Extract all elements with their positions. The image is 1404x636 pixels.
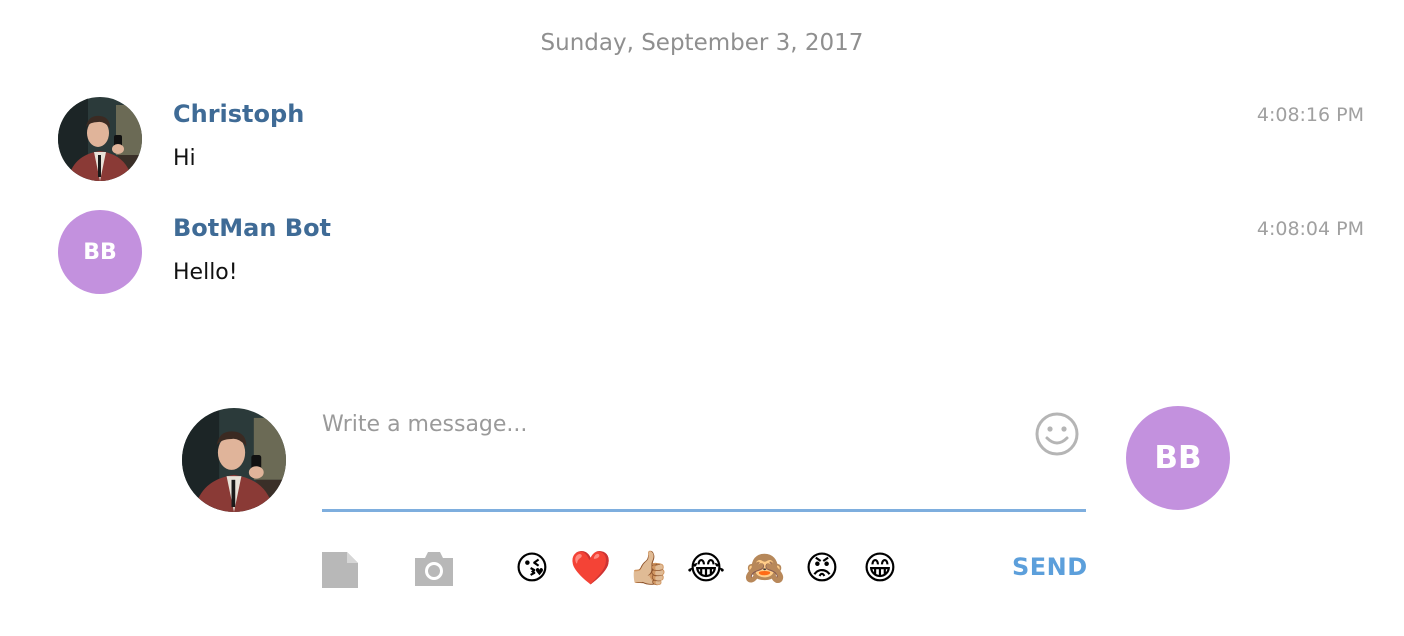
bot-avatar-initials: BB bbox=[83, 239, 117, 265]
message-author: BotMan Bot bbox=[173, 214, 332, 242]
bot-avatar: BB bbox=[58, 210, 142, 294]
message-input-underline bbox=[322, 509, 1086, 512]
bot-avatar-initials: BB bbox=[1154, 440, 1202, 476]
message-timestamp: 4:08:04 PM bbox=[1256, 218, 1364, 240]
emoji-see-no-evil[interactable]: 🙈 bbox=[744, 548, 785, 588]
message-text: Hello! bbox=[173, 260, 238, 285]
chat-page: Sunday, September 3, 2017 Christoph Hi 4… bbox=[0, 0, 1404, 636]
message-timestamp: 4:08:16 PM bbox=[1256, 104, 1364, 126]
send-button[interactable]: SEND bbox=[1012, 553, 1088, 581]
user-avatar bbox=[58, 97, 142, 181]
file-icon[interactable] bbox=[321, 552, 359, 588]
message-text: Hi bbox=[173, 146, 196, 171]
message-input[interactable] bbox=[322, 404, 1022, 492]
user-photo bbox=[58, 97, 142, 181]
emoji-tears-of-joy[interactable]: 😂 bbox=[686, 548, 726, 588]
bot-avatar: BB bbox=[1126, 406, 1230, 510]
emoji-thumbs-up[interactable]: 👍🏼 bbox=[628, 548, 669, 588]
emoji-kiss[interactable]: 😘 bbox=[512, 548, 552, 588]
date-divider: Sunday, September 3, 2017 bbox=[540, 30, 864, 56]
current-user-avatar bbox=[182, 408, 286, 512]
emoji-grin[interactable]: 😁 bbox=[860, 548, 900, 588]
camera-icon[interactable] bbox=[413, 550, 455, 588]
message-composer: BB 😘 ❤️ 👍🏼 😂 🙈 😡 😁 SEND bbox=[0, 0, 1404, 636]
emoji-angry[interactable]: 😡 bbox=[802, 548, 842, 588]
message-author: Christoph bbox=[173, 100, 305, 128]
smiley-icon[interactable] bbox=[1034, 411, 1080, 457]
current-user-photo bbox=[182, 408, 286, 512]
emoji-heart[interactable]: ❤️ bbox=[570, 548, 611, 588]
